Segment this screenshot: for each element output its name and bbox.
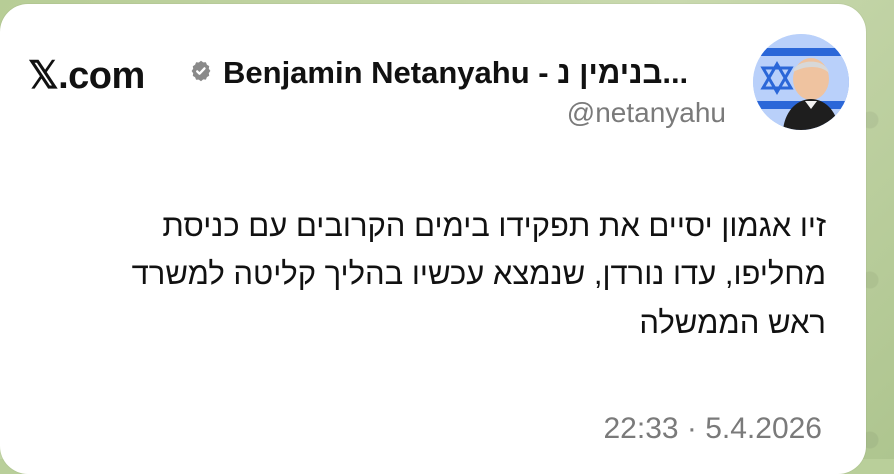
site-brand: 𝕏.com: [28, 57, 145, 95]
author-name: Benjamin Netanyahu - בנימין נ...: [223, 55, 689, 90]
post-timestamp: 22:33 · 5.4.2026: [603, 412, 822, 445]
post-text: זיו אגמון יסיים את תפקידו בימים הקרובים …: [131, 208, 826, 340]
author-handle: @netanyahu: [566, 97, 726, 128]
verified-badge-icon: [191, 60, 211, 82]
author-avatar: [753, 34, 849, 130]
post-card: 𝕏.com Benjamin Netanyahu - בנימין נ... @…: [0, 4, 866, 474]
site-brand-label: 𝕏.com: [28, 55, 145, 97]
